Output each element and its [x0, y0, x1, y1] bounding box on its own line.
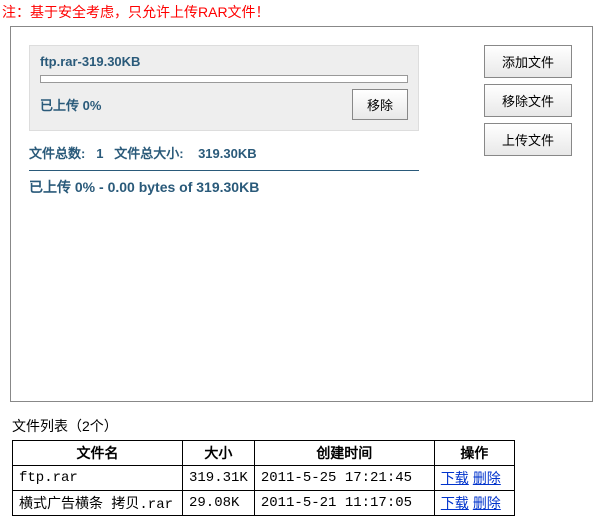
file-list-title: 文件列表（2个） — [0, 412, 603, 440]
table-row: 横式广告横条 拷贝.rar29.08K2011-5-21 11:17:05下载删… — [13, 491, 515, 516]
add-file-button[interactable]: 添加文件 — [484, 45, 572, 78]
cell-time: 2011-5-21 11:17:05 — [254, 491, 434, 516]
remove-file-button[interactable]: 移除文件 — [484, 84, 572, 117]
table-row: ftp.rar319.31K2011-5-25 17:21:45下载删除 — [13, 466, 515, 491]
totals-size-label: 文件总大小: — [114, 146, 183, 161]
upload-panel: ftp.rar-319.30KB 已上传 0% 移除 文件总数: 1 文件总大小… — [10, 26, 593, 402]
table-header-row: 文件名 大小 创建时间 操作 — [13, 441, 515, 466]
delete-link[interactable]: 删除 — [473, 495, 501, 511]
cell-name: 横式广告横条 拷贝.rar — [13, 491, 183, 516]
cell-name: ftp.rar — [13, 466, 183, 491]
cell-ops: 下载删除 — [434, 466, 514, 491]
cell-time: 2011-5-25 17:21:45 — [254, 466, 434, 491]
security-warning: 注：基于安全考虑，只允许上传RAR文件！ — [0, 0, 603, 24]
file-table: 文件名 大小 创建时间 操作 ftp.rar319.31K2011-5-25 1… — [12, 440, 515, 516]
upload-summary: 已上传 0% - 0.00 bytes of 319.30KB — [29, 177, 419, 197]
remove-button[interactable]: 移除 — [352, 89, 408, 120]
col-ops: 操作 — [434, 441, 514, 466]
col-size: 大小 — [183, 441, 255, 466]
cell-size: 319.31K — [183, 466, 255, 491]
totals-count-label: 文件总数: — [29, 146, 85, 161]
divider — [29, 170, 419, 171]
col-name: 文件名 — [13, 441, 183, 466]
cell-ops: 下载删除 — [434, 491, 514, 516]
download-link[interactable]: 下载 — [441, 470, 469, 486]
uploaded-percent: 已上传 0% — [40, 95, 101, 114]
totals-line: 文件总数: 1 文件总大小: 319.30KB — [29, 139, 419, 166]
totals-count: 1 — [96, 146, 103, 161]
cell-size: 29.08K — [183, 491, 255, 516]
download-link[interactable]: 下载 — [441, 495, 469, 511]
file-entry: ftp.rar-319.30KB 已上传 0% 移除 — [29, 45, 419, 131]
col-time: 创建时间 — [254, 441, 434, 466]
upload-file-button[interactable]: 上传文件 — [484, 123, 572, 156]
file-name-size: ftp.rar-319.30KB — [40, 54, 408, 69]
totals-size: 319.30KB — [198, 146, 257, 161]
delete-link[interactable]: 删除 — [473, 470, 501, 486]
progress-bar — [40, 75, 408, 83]
